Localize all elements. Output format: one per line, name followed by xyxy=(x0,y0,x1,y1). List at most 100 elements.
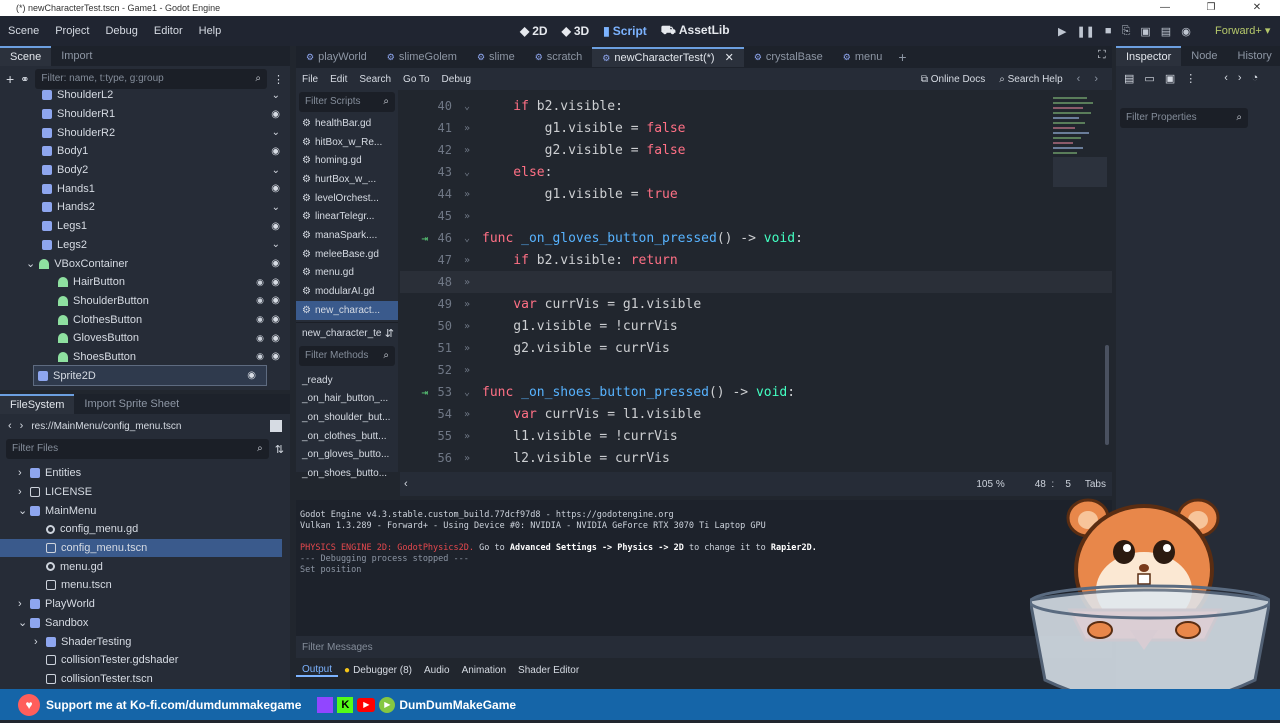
filesystem-row[interactable]: collisionTester.gdshader xyxy=(0,651,290,670)
scene-tree-row[interactable]: ⌄ VBoxContainer ◉ xyxy=(0,254,290,273)
script-menu-go-to[interactable]: Go To xyxy=(397,74,436,85)
minimize-icon[interactable]: — xyxy=(1142,0,1188,16)
editor-tab-menu[interactable]: ⚙ menu xyxy=(833,47,893,67)
scene-tree-row[interactable]: Body1 ◉ xyxy=(0,142,290,161)
menu-debug[interactable]: Debug xyxy=(97,25,145,37)
zoom-level[interactable]: 105 % xyxy=(976,479,1004,490)
code-line[interactable]: ⇥ 46 ⌄ func _on_gloves_button_pressed() -> … xyxy=(400,227,1112,249)
save-resource-icon[interactable]: ▣ xyxy=(1165,72,1175,85)
collapse-chevron-icon[interactable]: ⌄ xyxy=(272,239,280,250)
forward-icon[interactable]: › xyxy=(20,420,24,432)
more-icon[interactable]: ⋮ xyxy=(273,73,284,86)
collapse-icon[interactable]: ‹ xyxy=(404,478,408,490)
collapse-chevron-icon[interactable]: ⌄ xyxy=(272,127,280,138)
bottom-tab-shader-editor[interactable]: Shader Editor xyxy=(512,665,585,676)
add-tab-icon[interactable]: + xyxy=(898,49,906,65)
visibility-eye-icon[interactable]: ◉ xyxy=(271,277,280,288)
scene-tree-row[interactable]: Legs1 ◉ xyxy=(0,217,290,236)
script-list-item[interactable]: ⚙ modularAI.gd xyxy=(296,282,398,301)
mode-2d[interactable]: ◆ 2D xyxy=(520,24,548,38)
history-forward-icon[interactable]: › xyxy=(1238,72,1242,84)
filesystem-row[interactable]: › ShaderTesting xyxy=(0,632,290,651)
visibility-eye-icon[interactable]: ◉ xyxy=(271,351,280,362)
method-item[interactable]: _on_shoes_butto... xyxy=(296,465,398,484)
maximize-icon[interactable]: ❐ xyxy=(1188,0,1234,16)
script-list-item[interactable]: ⚙ manaSpark.... xyxy=(296,226,398,245)
filesystem-row[interactable]: menu.gd xyxy=(0,557,290,576)
bottom-tab-animation[interactable]: Animation xyxy=(456,665,512,676)
movie-icon[interactable]: ◉ xyxy=(1181,25,1191,38)
resource-menu-icon[interactable]: ⋮ xyxy=(1185,72,1196,85)
code-scrollbar[interactable] xyxy=(1105,345,1109,445)
history-back-icon[interactable]: ‹ xyxy=(1224,72,1228,84)
code-line[interactable]: 54 » var currVis = l1.visible xyxy=(400,403,1112,425)
scene-tree-row[interactable]: GlovesButton ◉ ◉ xyxy=(0,329,290,348)
expand-icon[interactable]: ⌄ xyxy=(18,616,27,629)
filesystem-row[interactable]: ⌄ MainMenu xyxy=(0,501,290,520)
script-list-item[interactable]: ⚙ levelOrchest... xyxy=(296,189,398,208)
scene-tree-row[interactable]: ShoulderR1 ◉ xyxy=(0,105,290,124)
signal-connection-icon[interactable]: ⇥ xyxy=(421,232,428,245)
script-list-item[interactable]: ⚙ meleeBase.gd xyxy=(296,245,398,264)
tab-inspector[interactable]: Inspector xyxy=(1116,46,1182,66)
filesystem-row[interactable]: config_menu.tscn xyxy=(0,538,282,558)
play-custom-icon[interactable]: ▤ xyxy=(1161,25,1171,38)
collapse-chevron-icon[interactable]: ⌄ xyxy=(272,202,280,213)
scene-tree-row[interactable]: Legs2 ⌄ xyxy=(0,236,290,255)
scene-tree-row[interactable]: ClothesButton ◉ ◉ xyxy=(0,310,290,329)
scene-tree-row[interactable]: ShoulderL2 ⌄ xyxy=(0,86,290,105)
bottom-tab-output[interactable]: Output xyxy=(296,664,339,677)
method-item[interactable]: _ready xyxy=(296,372,398,391)
script-list-item[interactable]: ⚙ new_charact... xyxy=(296,300,398,320)
expand-icon[interactable]: ⌄ xyxy=(18,504,27,517)
script-menu-file[interactable]: File xyxy=(296,74,324,85)
open-resource-icon[interactable]: ▭ xyxy=(1144,72,1154,85)
script-menu-edit[interactable]: Edit xyxy=(324,74,353,85)
layout-icon[interactable] xyxy=(270,420,282,432)
link-icon[interactable]: ⚭ xyxy=(20,73,29,86)
script-list-item[interactable]: ⚙ homing.gd xyxy=(296,151,398,170)
visibility-eye-icon[interactable]: ◉ xyxy=(271,221,280,232)
code-line[interactable]: 42 » g2.visible = false xyxy=(400,139,1112,161)
tab-history[interactable]: History xyxy=(1228,46,1280,66)
collapse-chevron-icon[interactable]: ⌄ xyxy=(272,165,280,176)
scene-tree-row[interactable]: ShoulderButton ◉ ◉ xyxy=(0,292,290,311)
fold-arrow-icon[interactable]: ⌄ xyxy=(464,167,482,178)
scene-tree-row[interactable]: ShoulderR2 ⌄ xyxy=(0,123,290,142)
filesystem-row[interactable]: › Entities xyxy=(0,464,290,483)
fold-arrow-icon[interactable]: ⌄ xyxy=(464,233,482,244)
menu-scene[interactable]: Scene xyxy=(0,25,47,37)
filesystem-filter-input[interactable]: Filter Files ⌕ xyxy=(6,439,269,459)
sort-icon[interactable]: ⇅ xyxy=(275,443,284,456)
close-icon[interactable]: ✕ xyxy=(1234,0,1280,16)
mode-script[interactable]: ▮ Script xyxy=(603,24,647,38)
script-menu-search[interactable]: Search xyxy=(353,74,397,85)
script-list-item[interactable]: ⚙ hitBox_w_Re... xyxy=(296,133,398,152)
play-scene-icon[interactable]: ▣ xyxy=(1140,25,1150,38)
script-list-item[interactable]: ⚙ healthBar.gd xyxy=(296,114,398,133)
remote-debug-icon[interactable]: ⎘ xyxy=(1122,25,1131,38)
close-tab-icon[interactable]: ✕ xyxy=(725,49,734,67)
visibility-eye-icon[interactable]: ◉ xyxy=(271,314,280,325)
filesystem-row[interactable]: config_menu.gd xyxy=(0,520,290,539)
signal-icon[interactable]: ◉ xyxy=(256,351,264,362)
method-item[interactable]: _on_hair_button_... xyxy=(296,390,398,409)
stop-icon[interactable]: ■ xyxy=(1105,25,1112,37)
code-line[interactable]: 41 » g1.visible = false xyxy=(400,117,1112,139)
bottom-tab-debugger-8-[interactable]: ● Debugger (8) xyxy=(338,665,418,676)
distraction-free-icon[interactable]: ⛶ xyxy=(1098,49,1106,62)
new-resource-icon[interactable]: ▤ xyxy=(1124,72,1134,85)
expand-icon[interactable]: › xyxy=(34,636,42,648)
method-item[interactable]: _on_shoulder_but... xyxy=(296,409,398,428)
code-line[interactable]: 49 » var currVis = g1.visible xyxy=(400,293,1112,315)
expand-icon[interactable]: › xyxy=(18,598,26,610)
expand-icon[interactable]: › xyxy=(18,467,26,479)
code-line[interactable]: 40 ⌄ if b2.visible: xyxy=(400,95,1112,117)
indent-mode[interactable]: Tabs xyxy=(1085,479,1106,490)
scene-tree-row[interactable]: Hands1 ◉ xyxy=(0,179,290,198)
script-filter-input[interactable]: Filter Scripts ⌕ xyxy=(299,92,395,112)
search-help-button[interactable]: ⌕ Search Help xyxy=(999,74,1062,85)
visibility-eye-icon[interactable]: ◉ xyxy=(247,370,256,381)
bottom-tab-audio[interactable]: Audio xyxy=(418,665,456,676)
editor-tab-playworld[interactable]: ⚙ playWorld xyxy=(296,47,377,67)
